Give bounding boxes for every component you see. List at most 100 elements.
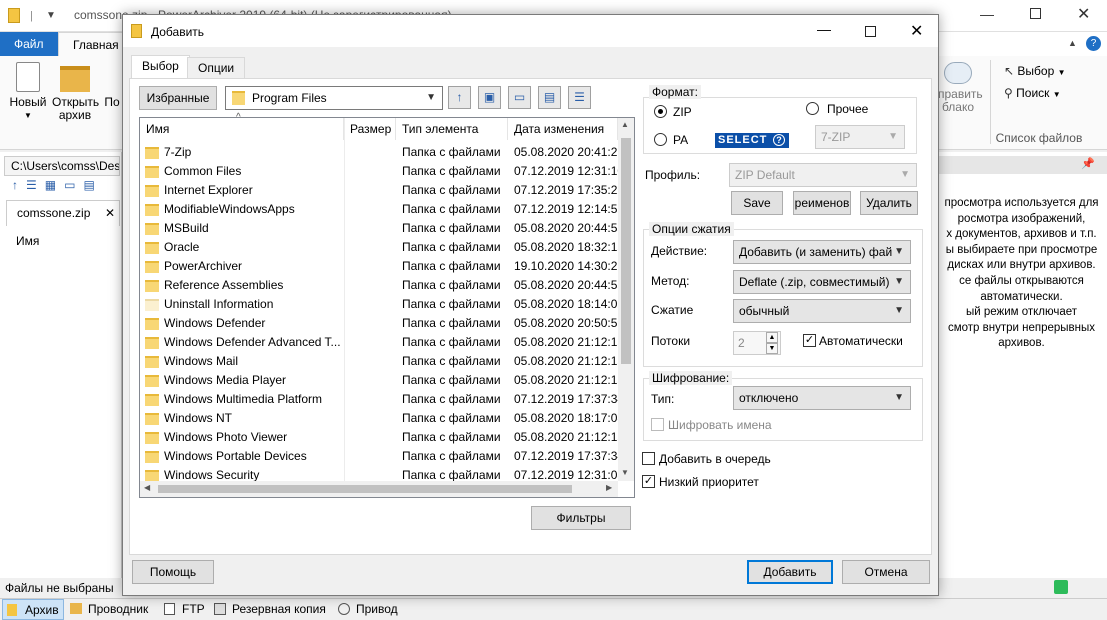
file-row[interactable]: Windows Security Папка с файлами 07.12.201… — [140, 466, 618, 481]
bottom-tab-drive[interactable]: Привод — [334, 599, 402, 620]
file-row[interactable]: Windows Mail Папка с файлами 05.08.2020 21… — [140, 352, 618, 371]
file-list[interactable]: Имя ^ Размер Тип элемента Дата изменения… — [139, 112, 635, 498]
list-icon[interactable]: ☰ — [26, 178, 45, 192]
horizontal-scrollbar[interactable]: ◀ ▶ — [140, 481, 618, 497]
compress-combo[interactable]: обычный ▼ — [733, 299, 911, 323]
file-name: Uninstall Information — [164, 297, 274, 311]
spin-up-icon[interactable]: ▲ — [766, 332, 778, 343]
h-scroll-thumb[interactable] — [158, 485, 572, 493]
file-row[interactable]: Windows Defender Папка с файлами 05.08.202… — [140, 314, 618, 333]
up-folder-button[interactable]: ↑ — [448, 86, 471, 109]
folder-icon — [145, 375, 159, 387]
file-row[interactable]: PowerArchiver Папка с файлами 19.10.2020 1… — [140, 257, 618, 276]
auto-threads-checkbox[interactable]: ✓ — [803, 334, 816, 347]
scroll-up-icon[interactable]: ▲ — [621, 120, 629, 129]
col-date[interactable]: Дата изменения — [508, 118, 618, 140]
save-profile-button[interactable]: Save — [731, 191, 783, 215]
col-type[interactable]: Тип элемента — [396, 118, 508, 140]
left-archive-tab[interactable]: comssone.zip ✕ — [6, 200, 120, 226]
tab-file[interactable]: Файл — [0, 32, 58, 56]
help-icon[interactable]: ? — [1086, 36, 1101, 51]
ribbon-separator — [990, 60, 991, 144]
help-button[interactable]: Помощь — [132, 560, 214, 584]
dialog-close-icon[interactable]: ✕ — [910, 21, 923, 41]
ribbon-collapse-icon[interactable]: ▲ — [1068, 38, 1077, 48]
file-row[interactable]: ModifiableWindowsApps Папка с файлами 07.1… — [140, 200, 618, 219]
details-icon[interactable]: ▤ — [83, 178, 102, 192]
po-button[interactable]: По — [102, 96, 122, 109]
enc-type-combo[interactable]: отключено ▼ — [733, 386, 911, 410]
select-badge[interactable]: SELECT ? — [715, 133, 789, 148]
close-icon[interactable]: ✕ — [1077, 4, 1090, 24]
file-row[interactable]: MSBuild Папка с файлами 05.08.2020 20:44:5… — [140, 219, 618, 238]
new-folder-button[interactable]: ▣ — [478, 86, 501, 109]
low-priority-checkbox[interactable]: ✓ — [642, 475, 655, 488]
path-combo[interactable]: Program Files ▼ — [225, 86, 443, 110]
view-details-button[interactable]: ☰ — [568, 86, 591, 109]
folder-icon — [145, 280, 159, 292]
file-row[interactable]: Windows Multimedia Platform Папка с файла… — [140, 390, 618, 409]
spin-down-icon[interactable]: ▼ — [766, 343, 778, 354]
search-menu-button[interactable]: ⚲ Поиск ▼ — [1004, 86, 1061, 100]
col-name[interactable]: Имя — [140, 118, 344, 140]
bottom-tab-backup[interactable]: Резервная копия — [210, 599, 330, 620]
view-large-button[interactable]: ▭ — [508, 86, 531, 109]
add-button[interactable]: Добавить — [747, 560, 833, 584]
method-combo[interactable]: Deflate (.zip, совместимый) ▼ — [733, 270, 911, 294]
bottom-tab-explorer[interactable]: Проводник — [66, 599, 152, 620]
view-list-button[interactable]: ▤ — [538, 86, 561, 109]
file-row[interactable]: Common Files Папка с файлами 07.12.2019 12… — [140, 162, 618, 181]
tab-options[interactable]: Опции — [187, 57, 246, 79]
folder-icon — [145, 356, 159, 368]
col-size[interactable]: Размер — [344, 118, 396, 140]
view-icon[interactable]: ▭ — [64, 178, 83, 192]
encrypt-names-checkbox[interactable] — [651, 418, 664, 431]
rename-profile-button[interactable]: реименов — [793, 191, 851, 215]
pin-icon[interactable]: 📌 — [1081, 157, 1095, 170]
cancel-button[interactable]: Отмена — [842, 560, 930, 584]
scroll-left-icon[interactable]: ◀ — [144, 483, 150, 492]
minimize-icon[interactable]: — — [980, 6, 994, 22]
action-combo[interactable]: Добавить (и заменить) файл ▼ — [733, 240, 911, 264]
file-row[interactable]: Windows Defender Advanced T... Папка с фа… — [140, 333, 618, 352]
left-archive-tab-close-icon[interactable]: ✕ — [105, 201, 115, 225]
maximize-icon[interactable] — [1030, 8, 1041, 19]
up-icon[interactable]: ↑ — [12, 178, 26, 192]
file-row[interactable]: Oracle Папка с файлами 05.08.2020 18:32:15 — [140, 238, 618, 257]
favorites-button[interactable]: Избранные — [139, 86, 217, 110]
qat-dropdown-icon[interactable]: ▼ — [46, 10, 56, 21]
delete-profile-button[interactable]: Удалить — [860, 191, 918, 215]
bottom-tab-ftp[interactable]: FTP — [160, 599, 209, 620]
tab-select[interactable]: Выбор — [131, 55, 190, 79]
new-archive-button[interactable]: Новый ▼ — [6, 62, 50, 122]
file-row[interactable]: Reference Assemblies Папка с файлами 05.08… — [140, 276, 618, 295]
format-zip-radio[interactable] — [654, 105, 667, 118]
file-row[interactable]: Windows Portable Devices Папка с файлами 0… — [140, 447, 618, 466]
file-row[interactable]: Windows Media Player Папка с файлами 05.08… — [140, 371, 618, 390]
filters-button[interactable]: Фильтры — [531, 506, 631, 530]
profile-combo[interactable]: ZIP Default ▼ — [729, 163, 917, 187]
threads-spinner[interactable]: 2 ▲ ▼ — [733, 331, 781, 355]
format-pa-radio[interactable] — [654, 133, 667, 146]
status-indicator — [1054, 580, 1068, 594]
vertical-scrollbar[interactable]: ▲ ▼ — [618, 118, 634, 481]
other-format-combo[interactable]: 7-ZIP ▼ — [815, 125, 905, 149]
upload-button[interactable]: править блако — [938, 62, 983, 114]
preview-line: се файлы открываются — [959, 274, 1084, 287]
grid-icon[interactable]: ▦ — [45, 178, 64, 192]
dialog-maximize-icon[interactable] — [865, 26, 876, 37]
file-row[interactable]: 7-Zip Папка с файлами 05.08.2020 20:41:26 — [140, 143, 618, 162]
bottom-tab-archive[interactable]: Архив — [2, 599, 64, 620]
add-to-queue-checkbox[interactable] — [642, 452, 655, 465]
select-menu-button[interactable]: ↖ Выбор ▼ — [1004, 64, 1066, 78]
file-row[interactable]: Internet Explorer Папка с файлами 07.12.20… — [140, 181, 618, 200]
file-row[interactable]: Windows NT Папка с файлами 05.08.2020 18:1… — [140, 409, 618, 428]
open-archive-button[interactable]: Открыть архив — [50, 62, 100, 122]
scroll-down-icon[interactable]: ▼ — [621, 468, 629, 477]
format-other-radio[interactable] — [806, 102, 819, 115]
scroll-right-icon[interactable]: ▶ — [606, 483, 612, 492]
file-row[interactable]: Uninstall Information Папка с файлами 05.0… — [140, 295, 618, 314]
file-row[interactable]: Windows Photo Viewer Папка с файлами 05.08… — [140, 428, 618, 447]
scroll-thumb[interactable] — [621, 138, 631, 364]
dialog-minimize-icon[interactable]: — — [817, 21, 831, 37]
